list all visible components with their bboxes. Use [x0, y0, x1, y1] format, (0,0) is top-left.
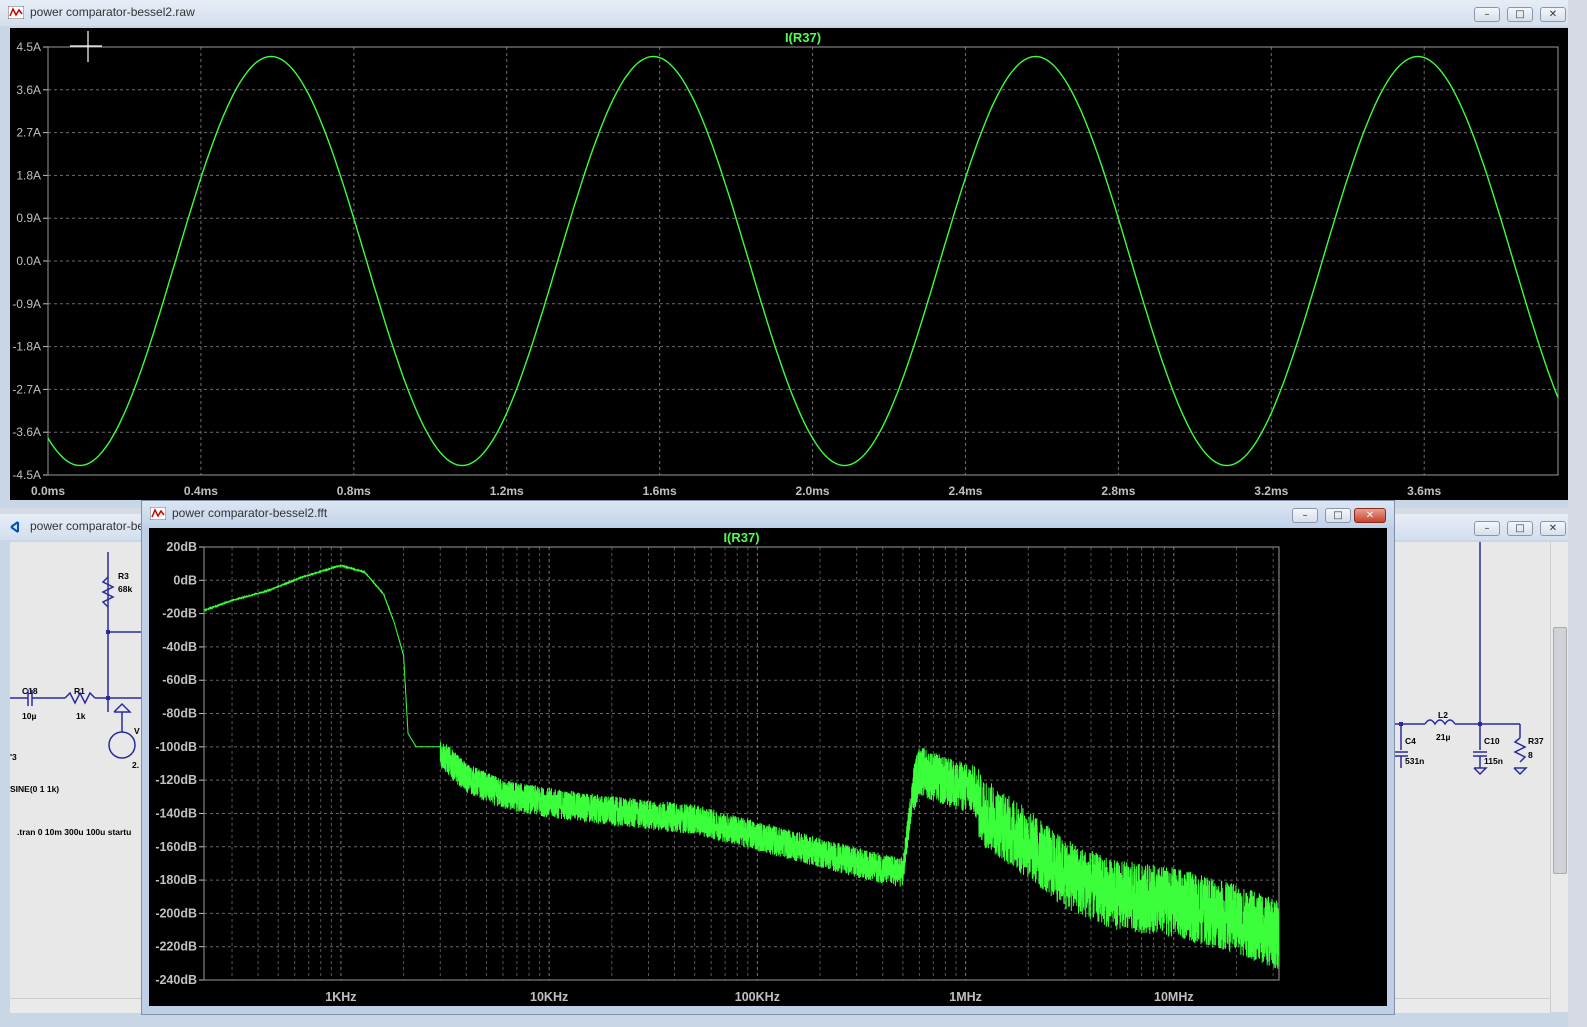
- y-tick-label: -1.8A: [12, 340, 41, 354]
- tran-directive: .tran 0 10m 300u 100u startu: [17, 827, 131, 837]
- waveform-app-icon: [150, 507, 166, 520]
- x-tick-label: 1MHz: [949, 990, 982, 1004]
- y-tick-label: 2.7A: [16, 126, 41, 140]
- x-tick-label: 3.2ms: [1254, 484, 1288, 498]
- y-tick-label: -120dB: [155, 773, 197, 787]
- junction: [106, 630, 110, 634]
- fft-close-button[interactable]: ✕: [1354, 508, 1386, 523]
- component-name: R1: [74, 686, 85, 696]
- component-name: C18: [22, 686, 38, 696]
- y-tick-label: -100dB: [155, 740, 197, 754]
- x-tick-label: 0.8ms: [337, 484, 371, 498]
- voltage-source-symbol: [108, 731, 136, 759]
- ground-symbol: [1473, 767, 1488, 776]
- fft-window-title: power comparator-bessel2.fft: [172, 506, 328, 520]
- component-name: V: [134, 726, 140, 736]
- y-tick-label: -2.7A: [12, 382, 41, 396]
- y-tick-label: -3.6A: [12, 425, 41, 439]
- vertical-scrollbar[interactable]: [1550, 542, 1568, 1012]
- x-tick-label: 2.0ms: [796, 484, 830, 498]
- component-value: 8: [1528, 750, 1533, 760]
- scrollbar-thumb[interactable]: [1553, 627, 1567, 874]
- trace-label: I(R37): [785, 30, 821, 45]
- component-name: C4: [1405, 736, 1416, 746]
- inductor-l2-symbol: [1424, 719, 1456, 726]
- y-tick-label: 1.8A: [16, 168, 41, 182]
- y-tick-label: -200dB: [155, 906, 197, 920]
- junction: [106, 696, 110, 700]
- ground-symbol: [1513, 767, 1528, 776]
- y-tick-label: -240dB: [155, 973, 197, 987]
- raw-window: power comparator-bessel2.raw – □ ✕ 0.0ms…: [0, 0, 1568, 508]
- plot-border: [47, 46, 1559, 476]
- y-tick-label: -60dB: [162, 673, 197, 687]
- y-tick-label: 3.6A: [16, 83, 41, 97]
- x-tick-label: 1.2ms: [490, 484, 524, 498]
- fft-window-titlebar[interactable]: power comparator-bessel2.fft – □ ✕: [142, 501, 1394, 527]
- x-tick-label: 10KHz: [530, 990, 568, 1004]
- trace-label: I(R37): [723, 530, 759, 545]
- component-name: C10: [1484, 736, 1500, 746]
- close-button[interactable]: ✕: [1540, 7, 1566, 22]
- schematic-close-button[interactable]: ✕: [1540, 521, 1566, 536]
- x-tick-label: 2.8ms: [1101, 484, 1135, 498]
- y-tick-label: -220dB: [155, 940, 197, 954]
- y-tick-label: -180dB: [155, 873, 197, 887]
- component-value: 68k: [118, 584, 132, 594]
- waveform-app-icon: [8, 6, 24, 19]
- raw-window-title: power comparator-bessel2.raw: [30, 5, 195, 19]
- y-tick-label: 0dB: [173, 573, 197, 587]
- x-tick-label: 0.0ms: [31, 484, 65, 498]
- schematic-window-title: power comparator-be: [30, 519, 145, 533]
- fft-plot-svg[interactable]: 1KHz 10KHz 100KHz 1MHz 10MHz 20dB 0dB -20dB -40d…: [149, 528, 1387, 1006]
- sine-directive: SINE(0 1 1k): [10, 784, 59, 794]
- ground-arrow: [113, 702, 132, 713]
- component-name: R37: [1528, 736, 1544, 746]
- component-value: 10µ: [22, 711, 36, 721]
- schematic-maximize-button[interactable]: □: [1507, 521, 1533, 536]
- time-plot-pane[interactable]: 0.0ms 0.4ms 0.8ms 1.2ms 1.6ms 2.0ms 2.4ms 2.8ms…: [10, 28, 1568, 500]
- y-tick-label: 0.9A: [16, 211, 41, 225]
- x-tick-label: 100KHz: [735, 990, 780, 1004]
- component-value: 1k: [76, 711, 86, 721]
- y-tick-label: -140dB: [155, 806, 197, 820]
- schematic-app-icon: [10, 521, 19, 533]
- x-tick-label: 1.6ms: [643, 484, 677, 498]
- minimize-button[interactable]: –: [1474, 7, 1500, 22]
- y-tick-label: -160dB: [155, 840, 197, 854]
- y-tick-label: -4.5A: [12, 468, 41, 482]
- junction: [1478, 722, 1482, 726]
- component-value: 531n: [1405, 756, 1424, 766]
- resistor-r37-symbol: [1513, 737, 1527, 763]
- y-tick-label: 4.5A: [16, 40, 41, 54]
- fft-plot-pane[interactable]: 1KHz 10KHz 100KHz 1MHz 10MHz 20dB 0dB -20dB -40d…: [149, 528, 1387, 1006]
- schematic-minimize-button[interactable]: –: [1474, 521, 1500, 536]
- component-value: 2.: [132, 760, 139, 770]
- fft-window: power comparator-bessel2.fft – □ ✕ 1KHz 1…: [141, 500, 1395, 1015]
- fft-minimize-button[interactable]: –: [1292, 508, 1318, 523]
- component-value: 21µ: [1436, 732, 1450, 742]
- component-name: R3: [118, 571, 129, 581]
- x-tick-label: 0.4ms: [184, 484, 218, 498]
- component-value: 115n: [1484, 756, 1503, 766]
- x-tick-label: 3.6ms: [1407, 484, 1441, 498]
- junction: [1399, 722, 1403, 726]
- y-tick-label: 20dB: [166, 540, 197, 554]
- x-tick-label: 2.4ms: [948, 484, 982, 498]
- y-tick-label: 0.0A: [16, 254, 41, 268]
- raw-window-titlebar[interactable]: power comparator-bessel2.raw – □ ✕: [0, 0, 1568, 26]
- misc-text: '3: [10, 752, 17, 762]
- time-plot-svg[interactable]: 0.0ms 0.4ms 0.8ms 1.2ms 1.6ms 2.0ms 2.4ms 2.8ms…: [10, 28, 1568, 500]
- component-name: L2: [1438, 710, 1448, 720]
- spectrum-trace: [203, 564, 1280, 969]
- y-tick-label: -80dB: [162, 707, 197, 721]
- x-tick-label: 10MHz: [1154, 990, 1194, 1004]
- x-tick-label: 1KHz: [325, 990, 356, 1004]
- maximize-button[interactable]: □: [1507, 7, 1533, 22]
- y-tick-label: -0.9A: [12, 297, 41, 311]
- y-tick-label: -40dB: [162, 640, 197, 654]
- sine-trace: [47, 55, 1559, 467]
- fft-maximize-button[interactable]: □: [1325, 508, 1351, 523]
- y-tick-label: -20dB: [162, 607, 197, 621]
